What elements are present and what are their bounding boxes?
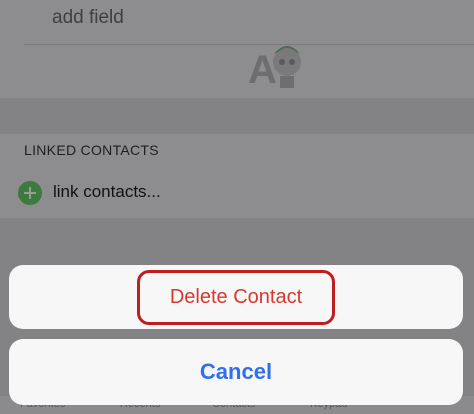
link-contacts-label: link contacts...	[53, 182, 161, 201]
link-contacts-row[interactable]: link contacts...	[0, 168, 474, 218]
linked-contacts-header: LINKED CONTACTS	[24, 142, 159, 158]
section-separator	[0, 98, 474, 134]
cancel-button[interactable]: Cancel	[9, 339, 463, 405]
delete-contact-button[interactable]: Delete Contact	[137, 270, 335, 325]
add-field-label: add field	[52, 7, 124, 28]
add-circle-icon[interactable]	[18, 181, 42, 205]
delete-contact-label: Delete Contact	[169, 286, 303, 308]
watermark-logo: APUALS	[220, 40, 440, 137]
add-field-row[interactable]: add field	[24, 0, 474, 45]
